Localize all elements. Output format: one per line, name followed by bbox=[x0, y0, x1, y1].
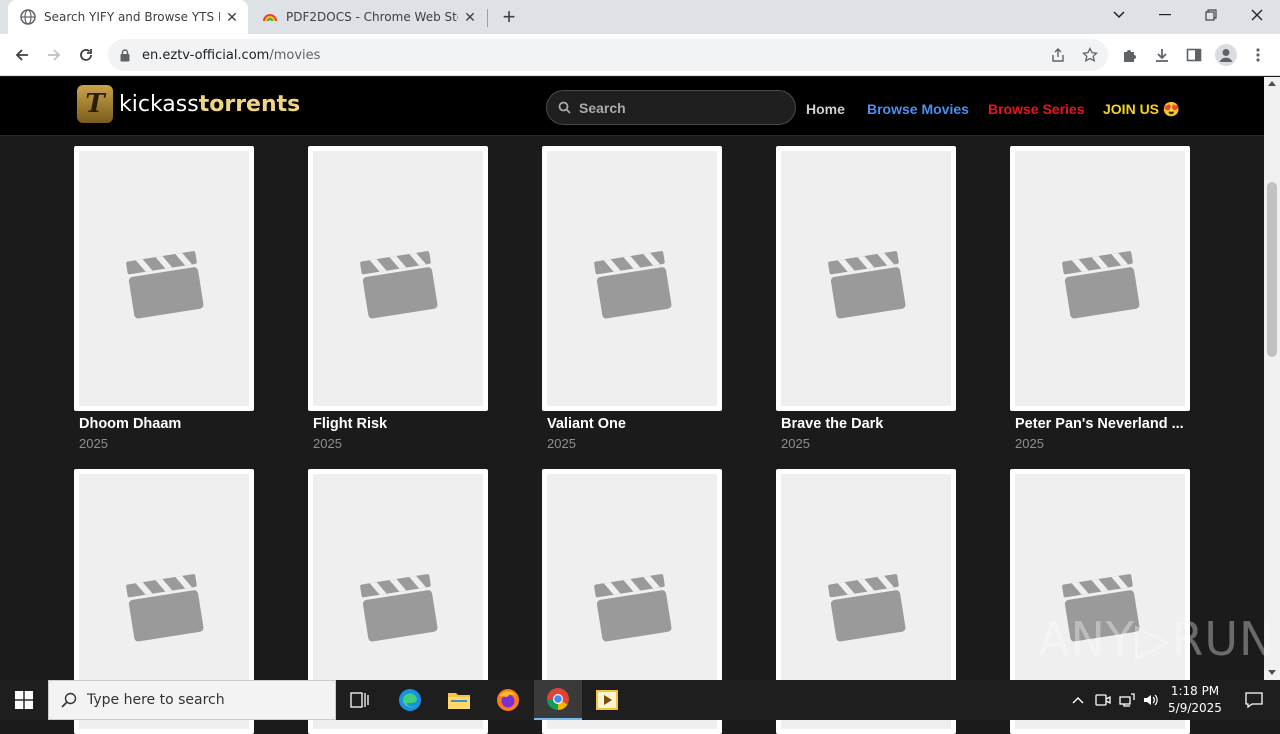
clock-date: 5/9/2025 bbox=[1168, 701, 1222, 715]
chrome-icon[interactable] bbox=[534, 680, 582, 720]
taskbar-search-placeholder: Type here to search bbox=[87, 692, 225, 708]
movie-poster[interactable] bbox=[74, 146, 254, 411]
nav-join-us[interactable]: JOIN US 😍 bbox=[1103, 101, 1180, 118]
site-search-box[interactable] bbox=[546, 90, 796, 125]
scroll-down-arrow-icon[interactable] bbox=[1268, 670, 1276, 675]
clapperboard-icon bbox=[828, 573, 906, 641]
edge-browser-icon[interactable] bbox=[386, 680, 434, 720]
meet-now-icon[interactable] bbox=[1091, 680, 1115, 720]
rainbow-icon bbox=[262, 9, 278, 25]
download-icon[interactable] bbox=[1147, 40, 1177, 70]
side-panel-icon[interactable] bbox=[1179, 40, 1209, 70]
network-icon[interactable] bbox=[1115, 680, 1139, 720]
movie-card[interactable]: Dhoom Dhaam 2025 bbox=[74, 146, 254, 451]
movie-title[interactable]: Brave the Dark bbox=[781, 416, 956, 432]
movie-year: 2025 bbox=[79, 436, 108, 451]
taskbar-clock[interactable]: 1:18 PM 5/9/2025 bbox=[1166, 683, 1224, 717]
minimize-icon[interactable] bbox=[1142, 0, 1188, 30]
reload-icon[interactable] bbox=[71, 40, 101, 70]
movie-year: 2025 bbox=[547, 436, 576, 451]
movie-card[interactable]: Flight Risk 2025 bbox=[308, 146, 488, 451]
clapperboard-icon bbox=[1062, 250, 1140, 318]
tab-title: Search YIFY and Browse YTS Mo bbox=[44, 10, 220, 24]
search-icon bbox=[558, 101, 571, 114]
site-header: T kickasstorrents Home Browse Movies Bro… bbox=[0, 77, 1264, 136]
clapperboard-icon bbox=[594, 250, 672, 318]
url-host: en.eztv-official.com bbox=[142, 47, 270, 63]
forward-arrow-icon[interactable] bbox=[39, 40, 69, 70]
logo-text-light: kickass bbox=[119, 91, 199, 117]
browser-toolbar: en.eztv-official.com/movies bbox=[0, 34, 1280, 76]
taskbar: Type here to search 1:18 PM 5/9/2025 bbox=[0, 680, 1280, 720]
search-icon bbox=[61, 692, 77, 708]
clapperboard-icon bbox=[360, 250, 438, 318]
task-view-icon[interactable] bbox=[336, 680, 384, 720]
anyrun-watermark: ANY▷RUN bbox=[1038, 612, 1275, 666]
movie-poster[interactable] bbox=[308, 146, 488, 411]
firefox-icon[interactable] bbox=[484, 680, 532, 720]
extensions-puzzle-icon[interactable] bbox=[1115, 40, 1145, 70]
tab-search-chevron-icon[interactable] bbox=[1096, 0, 1142, 30]
movie-year: 2025 bbox=[1015, 436, 1044, 451]
movie-poster[interactable] bbox=[1010, 146, 1190, 411]
close-window-icon[interactable] bbox=[1234, 0, 1280, 30]
nav-home[interactable]: Home bbox=[806, 101, 845, 117]
address-bar[interactable]: en.eztv-official.com/movies bbox=[108, 39, 1108, 71]
kebab-menu-icon[interactable] bbox=[1243, 40, 1273, 70]
taskbar-search-box[interactable]: Type here to search bbox=[48, 680, 336, 720]
scrollbar-thumb[interactable] bbox=[1267, 182, 1277, 357]
tab-separator bbox=[487, 9, 488, 27]
movie-card[interactable]: Brave the Dark 2025 bbox=[776, 146, 956, 451]
back-arrow-icon[interactable] bbox=[7, 40, 37, 70]
close-tab-icon[interactable]: ✕ bbox=[220, 5, 244, 29]
show-hidden-icons-chevron-icon[interactable] bbox=[1066, 680, 1090, 720]
url-path: /movies bbox=[269, 47, 321, 63]
tab-title: PDF2DOCS - Chrome Web Store bbox=[286, 10, 458, 24]
globe-icon bbox=[20, 9, 36, 25]
clapperboard-icon bbox=[126, 250, 204, 318]
logo-text: kickasstorrents bbox=[119, 92, 300, 117]
movie-card[interactable]: Peter Pan's Neverland ... 2025 bbox=[1010, 146, 1190, 451]
scroll-up-arrow-icon[interactable] bbox=[1268, 81, 1276, 86]
url-text: en.eztv-official.com/movies bbox=[142, 48, 320, 63]
restore-icon[interactable] bbox=[1188, 0, 1234, 30]
nav-browse-movies[interactable]: Browse Movies bbox=[867, 101, 969, 117]
clapperboard-icon bbox=[126, 573, 204, 641]
notifications-icon[interactable] bbox=[1230, 680, 1278, 720]
tab-pdf2docs[interactable]: PDF2DOCS - Chrome Web Store ✕ bbox=[250, 0, 486, 34]
nav-browse-series[interactable]: Browse Series bbox=[988, 101, 1085, 117]
movie-year: 2025 bbox=[313, 436, 342, 451]
volume-icon[interactable] bbox=[1139, 680, 1163, 720]
clapperboard-icon bbox=[828, 250, 906, 318]
clapperboard-icon bbox=[594, 573, 672, 641]
logo-text-bold: torrents bbox=[198, 91, 301, 117]
search-input[interactable] bbox=[579, 99, 769, 116]
profile-avatar-icon[interactable] bbox=[1211, 40, 1241, 70]
file-explorer-icon[interactable] bbox=[435, 680, 483, 720]
movie-card[interactable]: Valiant One 2025 bbox=[542, 146, 722, 451]
movie-title[interactable]: Flight Risk bbox=[313, 416, 488, 432]
movie-title[interactable]: Peter Pan's Neverland ... bbox=[1015, 416, 1190, 432]
movie-title[interactable]: Valiant One bbox=[547, 416, 722, 432]
tab-strip: Search YIFY and Browse YTS Mo ✕ PDF2DOCS… bbox=[0, 0, 1280, 34]
share-icon[interactable] bbox=[1043, 40, 1073, 70]
bookmark-star-icon[interactable] bbox=[1075, 40, 1105, 70]
media-player-icon[interactable] bbox=[583, 680, 631, 720]
tab-yify[interactable]: Search YIFY and Browse YTS Mo ✕ bbox=[8, 0, 248, 34]
clapperboard-icon bbox=[360, 573, 438, 641]
movie-poster[interactable] bbox=[542, 146, 722, 411]
movie-title[interactable]: Dhoom Dhaam bbox=[79, 416, 254, 432]
close-tab-icon[interactable]: ✕ bbox=[458, 5, 482, 29]
page-scrollbar[interactable] bbox=[1264, 77, 1280, 680]
movie-poster[interactable] bbox=[776, 146, 956, 411]
site-logo[interactable]: T kickasstorrents bbox=[77, 85, 300, 123]
windows-start-icon[interactable] bbox=[0, 680, 48, 720]
logo-mark: T bbox=[77, 85, 113, 123]
lock-icon[interactable] bbox=[120, 48, 134, 62]
new-tab-plus-icon[interactable]: + bbox=[496, 4, 522, 30]
clock-time: 1:18 PM bbox=[1170, 684, 1220, 698]
movie-year: 2025 bbox=[781, 436, 810, 451]
